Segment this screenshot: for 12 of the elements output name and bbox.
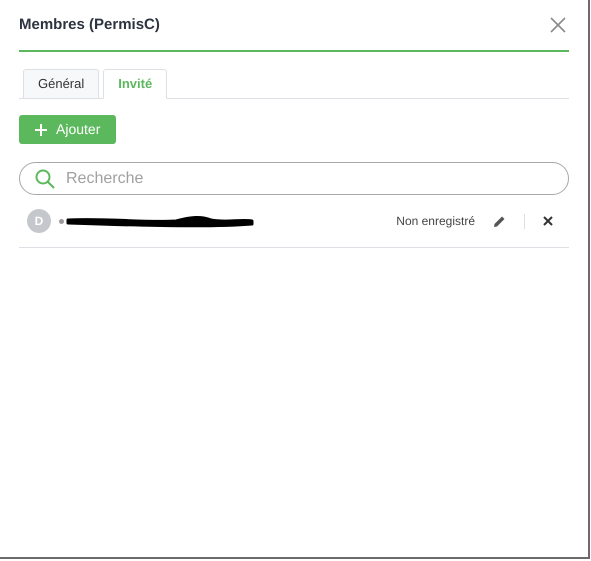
delete-icon[interactable] [543,216,553,226]
close-icon[interactable] [550,17,566,33]
tab[interactable]: Invité [103,69,168,99]
dialog-title: Membres (PermisC) [19,14,160,35]
plus-icon [35,124,47,136]
avatar: D [27,209,51,233]
tab[interactable]: Général [23,69,100,98]
pencil-icon[interactable] [493,214,506,228]
status-text: Non enregistré [396,213,475,230]
add-button[interactable]: Ajouter [19,115,116,144]
search-field[interactable]: Recherche [19,162,569,195]
search-icon [35,169,55,189]
